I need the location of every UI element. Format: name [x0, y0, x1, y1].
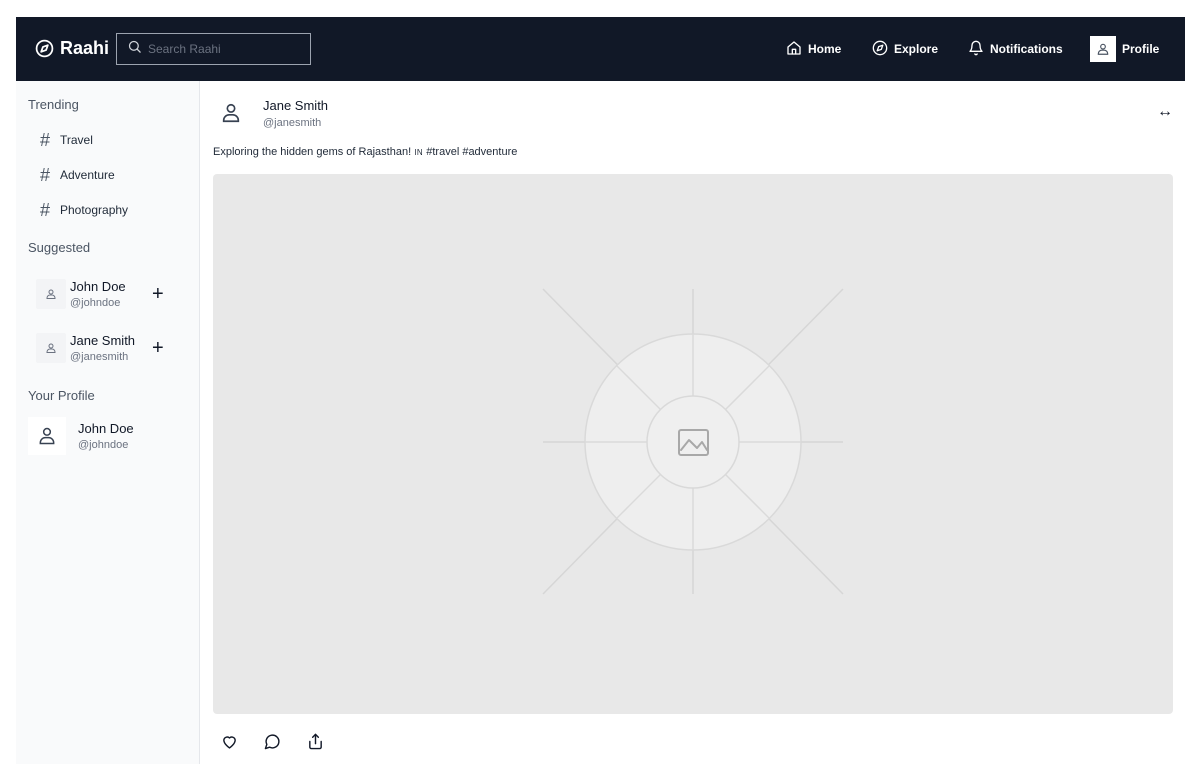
post-actions — [221, 733, 324, 755]
app-window: Raahi Home Explore Notifications — [16, 17, 1185, 764]
post-image-placeholder[interactable] — [213, 174, 1173, 714]
user-icon — [1090, 36, 1116, 62]
trending-label: Photography — [60, 203, 129, 217]
caption-text: Exploring the hidden gems of Rajasthan! — [213, 146, 412, 158]
hashtag-icon: # — [39, 200, 50, 220]
suggested-user-handle: @janesmith — [70, 351, 129, 363]
expand-icon[interactable]: ↔ — [1157, 103, 1173, 121]
your-profile-card[interactable]: John Doe @johndoe — [28, 417, 134, 455]
profile-name: John Doe — [78, 421, 134, 436]
compass-icon — [872, 40, 888, 59]
follow-plus-icon[interactable]: + — [152, 338, 164, 358]
profile-handle: @johndoe — [78, 439, 129, 451]
nav-profile[interactable]: Profile — [1090, 17, 1159, 81]
caption-flag: IN — [414, 148, 424, 157]
trending-title: Trending — [28, 97, 79, 112]
search-box[interactable] — [116, 33, 311, 65]
nav-notifications-label: Notifications — [990, 42, 1063, 56]
trending-label: Adventure — [60, 168, 115, 182]
comment-icon[interactable] — [264, 733, 281, 755]
user-icon — [36, 279, 66, 309]
trending-item[interactable]: # Travel — [38, 131, 93, 149]
follow-plus-icon[interactable]: + — [152, 284, 164, 304]
caption-hashtags[interactable]: #travel #adventure — [426, 146, 517, 158]
search-input[interactable] — [148, 42, 298, 56]
user-icon — [28, 417, 66, 455]
suggested-user: John Doe @johndoe + — [36, 274, 186, 314]
suggested-user: Jane Smith @janesmith + — [36, 328, 186, 368]
nav-explore[interactable]: Explore — [872, 17, 938, 81]
brand-logo[interactable]: Raahi — [35, 38, 109, 59]
user-icon — [36, 333, 66, 363]
suggested-user-name: Jane Smith — [70, 333, 136, 348]
post-caption: Exploring the hidden gems of Rajasthan! … — [213, 146, 517, 158]
suggested-user-handle: @johndoe — [70, 297, 121, 309]
nav-notifications[interactable]: Notifications — [968, 17, 1063, 81]
trending-item[interactable]: # Photography — [38, 201, 128, 219]
hashtag-icon: # — [39, 165, 50, 185]
post-author-name[interactable]: Jane Smith — [263, 98, 328, 113]
nav-explore-label: Explore — [894, 42, 939, 56]
post-card: Jane Smith @janesmith ↔ Exploring the hi… — [213, 81, 1173, 764]
post-author-handle: @janesmith — [263, 116, 322, 129]
your-profile-title: Your Profile — [28, 388, 95, 403]
left-sidebar: Trending # Travel # Adventure # Photogra… — [16, 81, 200, 764]
home-icon — [786, 40, 802, 59]
bell-icon — [968, 40, 984, 59]
trending-label: Travel — [60, 133, 93, 147]
share-icon[interactable] — [307, 733, 324, 755]
nav-home-label: Home — [808, 42, 842, 56]
nav-profile-label: Profile — [1122, 42, 1160, 56]
post-header: Jane Smith @janesmith — [213, 95, 328, 131]
trending-item[interactable]: # Adventure — [38, 166, 115, 184]
brand-name: Raahi — [60, 38, 110, 58]
search-icon — [127, 39, 142, 59]
suggested-title: Suggested — [28, 240, 91, 255]
compass-icon — [35, 39, 54, 58]
top-navbar: Raahi Home Explore Notifications — [16, 17, 1185, 81]
hashtag-icon: # — [39, 130, 50, 150]
suggested-user-name: John Doe — [70, 279, 126, 294]
heart-icon[interactable] — [221, 733, 238, 755]
nav-home[interactable]: Home — [786, 17, 841, 81]
user-icon[interactable] — [213, 95, 249, 131]
